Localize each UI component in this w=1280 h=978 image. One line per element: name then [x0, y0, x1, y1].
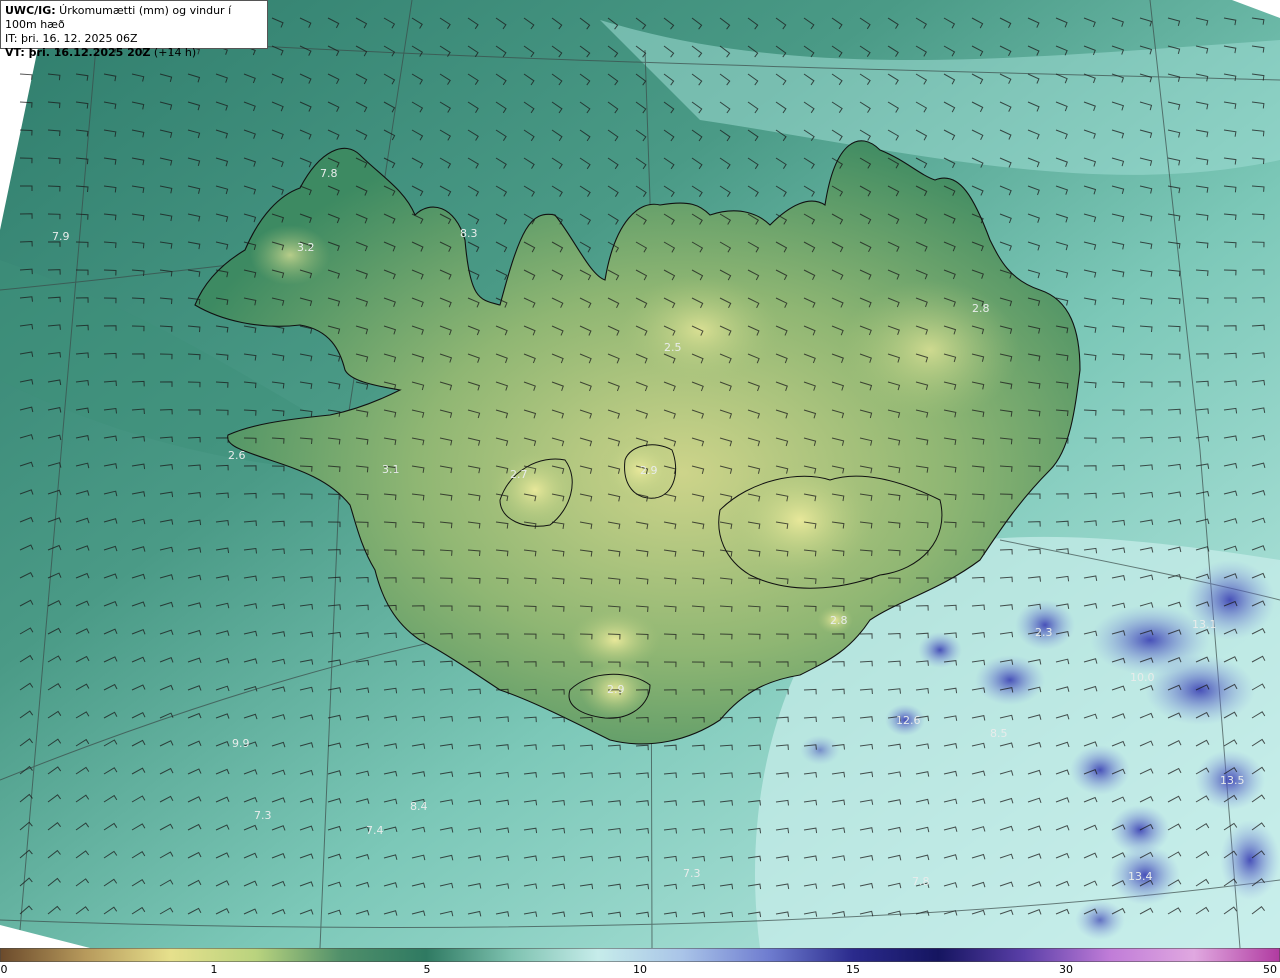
map-value-label: 12.6: [896, 714, 921, 727]
map-value-label: 7.8: [912, 875, 930, 888]
colorbar-tick: 15: [846, 963, 860, 976]
map-value-label: 8.4: [410, 800, 428, 813]
forecast-offset: (+14 h): [150, 46, 197, 59]
map-value-label: 2.9: [640, 464, 658, 477]
colorbar-ticks: 0 1 5 10 15 30 50: [0, 962, 1280, 978]
model-label: UWC/IG:: [5, 4, 56, 17]
map-value-label: 7.3: [254, 809, 272, 822]
colorbar-tick: 30: [1059, 963, 1073, 976]
map-value-label: 8.5: [990, 727, 1008, 740]
map-value-label: 7.8: [320, 167, 338, 180]
map-value-label: 2.9: [607, 683, 625, 696]
map-value-label: 7.3: [683, 867, 701, 880]
map-value-label: 2.5: [664, 341, 682, 354]
map-value-label: 8.3: [460, 227, 478, 240]
precipitation-wind-map: 7.9 7.8 3.2 8.3 2.8 2.5 2.6 3.1 2.7 2.8 …: [0, 0, 1280, 948]
map-title-box: UWC/IG: Úrkomumætti (mm) og vindur í 100…: [0, 0, 268, 59]
map-value-label: 13.1: [1192, 618, 1217, 631]
valid-time-line: VT: þri. 16.12.2025 20Z (+14 h): [5, 46, 263, 60]
valid-time: VT: þri. 16.12.2025 20Z: [5, 46, 151, 59]
map-value-label: 2.6: [228, 449, 246, 462]
map-value-label: 9.9: [232, 737, 250, 750]
map-value-label: 7.9: [52, 230, 70, 243]
precipitation-colorbar: [0, 948, 1280, 962]
map-value-label: 2.3: [1035, 626, 1053, 639]
title-line: UWC/IG: Úrkomumætti (mm) og vindur í 100…: [5, 4, 263, 32]
map-value-label: 3.2: [297, 241, 315, 254]
colorbar-tick: 5: [423, 963, 431, 976]
colorbar-tick: 0: [0, 963, 8, 976]
map-value-label: 13.4: [1128, 870, 1153, 883]
map-value-label: 10.0: [1130, 671, 1155, 684]
map-value-label: 7.4: [366, 824, 384, 837]
map-value-label: 13.5: [1220, 774, 1245, 787]
colorbar-tick: 10: [633, 963, 647, 976]
colorbar-tick: 1: [210, 963, 218, 976]
map-value-label: 3.1: [382, 463, 400, 476]
init-time: IT: þri. 16. 12. 2025 06Z: [5, 32, 138, 45]
map-value-label: 2.8: [972, 302, 990, 315]
map-value-label: 2.7: [510, 468, 528, 481]
wind-barb: [19, 73, 33, 80]
map-value-label: 2.8: [830, 614, 848, 627]
colorbar-tick: 50: [1263, 963, 1277, 976]
